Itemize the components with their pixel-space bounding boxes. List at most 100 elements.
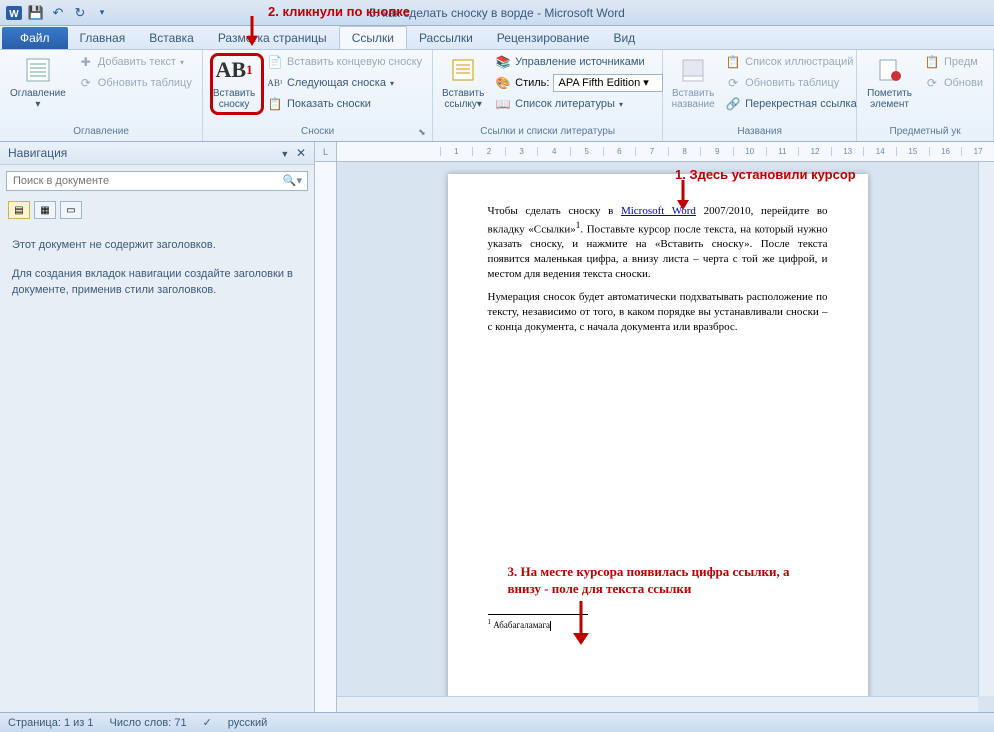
redo-icon[interactable]: ↻ bbox=[70, 3, 90, 23]
style-icon: 🎨 bbox=[495, 75, 511, 91]
insert-footnote-label: Вставитьсноску bbox=[213, 88, 255, 110]
footnotes-launcher-icon[interactable]: ⬊ bbox=[418, 127, 430, 139]
insert-footnote-button[interactable]: AB1 Вставитьсноску bbox=[209, 52, 259, 112]
show-footnotes-icon: 📋 bbox=[267, 96, 283, 112]
doc-paragraph-2[interactable]: Нумерация сносок будет автоматически под… bbox=[488, 290, 828, 335]
search-input[interactable] bbox=[6, 171, 308, 191]
text-cursor bbox=[550, 621, 551, 631]
update-tof-button[interactable]: ⟳ Обновить таблицу bbox=[721, 73, 861, 93]
endnote-icon: 📄 bbox=[267, 54, 283, 70]
crossref-button[interactable]: 🔗 Перекрестная ссылка bbox=[721, 94, 861, 114]
scrollbar-horizontal[interactable] bbox=[337, 696, 978, 712]
add-text-button[interactable]: ✚ Добавить текст ▾ bbox=[74, 52, 196, 72]
navpane-tab-pages[interactable]: ▦ bbox=[34, 201, 56, 219]
next-footnote-button[interactable]: AB¹ Следующая сноска ▾ bbox=[263, 73, 426, 93]
qat-dropdown-icon[interactable]: ▾ bbox=[92, 3, 112, 23]
file-tab[interactable]: Файл bbox=[2, 27, 68, 49]
tab-home[interactable]: Главная bbox=[68, 27, 138, 49]
tab-layout[interactable]: Разметка страницы bbox=[206, 27, 339, 49]
footnotes-group-label: Сноски bbox=[209, 126, 426, 139]
ruler-horizontal[interactable]: 1234567891011121314151617 bbox=[337, 142, 994, 162]
status-spellcheck[interactable]: ✓ bbox=[203, 716, 212, 729]
insert-caption-icon bbox=[677, 54, 709, 86]
show-footnotes-button[interactable]: 📋 Показать сноски bbox=[263, 94, 426, 114]
navigation-pane: Навигация ▼ ✕ 🔍▾ ▤ ▦ ▭ Этот документ не … bbox=[0, 142, 315, 712]
manage-sources-icon: 📚 bbox=[495, 54, 511, 70]
scrollbar-vertical[interactable] bbox=[978, 162, 994, 696]
bibliography-button[interactable]: 📖 Список литературы ▾ bbox=[491, 94, 667, 114]
window-title: 5. как сделать сноску в ворде - Microsof… bbox=[369, 6, 625, 20]
bibliography-icon: 📖 bbox=[495, 96, 511, 112]
navpane-tab-headings[interactable]: ▤ bbox=[8, 201, 30, 219]
style-select[interactable]: APA Fifth Edition ▾ bbox=[553, 74, 663, 92]
doc-paragraph-1[interactable]: Чтобы сделать сноску в Microsoft Word 20… bbox=[488, 204, 828, 282]
table-of-figures-button[interactable]: 📋 Список иллюстраций bbox=[721, 52, 861, 72]
status-wordcount[interactable]: Число слов: 71 bbox=[110, 717, 187, 729]
tab-insert[interactable]: Вставка bbox=[137, 27, 206, 49]
tof-icon: 📋 bbox=[725, 54, 741, 70]
index-item1-icon: 📋 bbox=[924, 54, 940, 70]
ribbon-group-footnotes: AB1 Вставитьсноску 📄 Вставить концевую с… bbox=[203, 50, 433, 141]
footnote-separator bbox=[488, 614, 588, 615]
citations-group-label: Ссылки и списки литературы bbox=[439, 126, 656, 139]
svg-text:W: W bbox=[9, 9, 19, 20]
insert-citation-icon bbox=[447, 54, 479, 86]
document-area: L 1234567891011121314151617 1. Здесь уст… bbox=[315, 142, 994, 712]
insert-citation-label: Вставитьссылку▾ bbox=[442, 88, 484, 110]
page-scroll[interactable]: Чтобы сделать сноску в Microsoft Word 20… bbox=[337, 162, 978, 696]
insert-endnote-button[interactable]: 📄 Вставить концевую сноску bbox=[263, 52, 426, 72]
navpane-msg2: Для создания вкладок навигации создайте … bbox=[12, 266, 302, 299]
insert-caption-label: Вставитьназвание bbox=[672, 88, 715, 110]
crossref-icon: 🔗 bbox=[725, 96, 741, 112]
captions-group-label: Названия bbox=[669, 126, 850, 139]
navpane-tabs: ▤ ▦ ▭ bbox=[0, 197, 314, 223]
mark-entry-label: Пометитьэлемент bbox=[867, 88, 912, 110]
toc-button[interactable]: Оглавление▾ bbox=[6, 52, 70, 112]
update-toc-button[interactable]: ⟳ Обновить таблицу bbox=[74, 73, 196, 93]
mark-entry-button[interactable]: Пометитьэлемент bbox=[863, 52, 916, 112]
search-icon[interactable]: 🔍▾ bbox=[283, 174, 302, 187]
footnote-line[interactable]: 1 Абабагаламага bbox=[488, 618, 828, 631]
statusbar: Страница: 1 из 1 Число слов: 71 ✓ русски… bbox=[0, 712, 994, 732]
index-item1-button[interactable]: 📋 Предм bbox=[920, 52, 987, 72]
index-item2-button[interactable]: ⟳ Обнови bbox=[920, 73, 987, 93]
ribbon-group-captions: Вставитьназвание 📋 Список иллюстраций ⟳ … bbox=[663, 50, 857, 141]
tab-references[interactable]: Ссылки bbox=[339, 26, 407, 49]
workspace: Навигация ▼ ✕ 🔍▾ ▤ ▦ ▭ Этот документ не … bbox=[0, 142, 994, 712]
tab-review[interactable]: Рецензирование bbox=[485, 27, 602, 49]
ribbon-tabstrip: Файл Главная Вставка Разметка страницы С… bbox=[0, 26, 994, 50]
navpane-msg1: Этот документ не содержит заголовков. bbox=[12, 237, 302, 254]
navpane-close-icon[interactable]: ✕ bbox=[296, 146, 306, 160]
document-page[interactable]: Чтобы сделать сноску в Microsoft Word 20… bbox=[448, 174, 868, 696]
navpane-header: Навигация ▼ ✕ bbox=[0, 142, 314, 165]
ribbon-group-toc: Оглавление▾ ✚ Добавить текст ▾ ⟳ Обновит… bbox=[0, 50, 203, 141]
next-footnote-icon: AB¹ bbox=[267, 75, 283, 91]
ribbon-group-index: Пометитьэлемент 📋 Предм ⟳ Обнови Предмет… bbox=[857, 50, 994, 141]
add-text-icon: ✚ bbox=[78, 54, 94, 70]
mark-entry-icon bbox=[874, 54, 906, 86]
status-language[interactable]: русский bbox=[228, 717, 267, 729]
insert-footnote-icon: AB1 bbox=[218, 54, 250, 86]
insert-citation-button[interactable]: Вставитьссылку▾ bbox=[439, 52, 487, 112]
ribbon-group-citations: Вставитьссылку▾ 📚 Управление источниками… bbox=[433, 50, 663, 141]
ruler-corner[interactable]: L bbox=[315, 142, 337, 162]
insert-caption-button[interactable]: Вставитьназвание bbox=[669, 52, 717, 112]
toc-icon bbox=[22, 54, 54, 86]
spellcheck-icon: ✓ bbox=[203, 716, 212, 729]
manage-sources-button[interactable]: 📚 Управление источниками bbox=[491, 52, 667, 72]
toc-group-label: Оглавление bbox=[6, 126, 196, 139]
undo-icon[interactable]: ↶ bbox=[48, 3, 68, 23]
quick-access-toolbar: W 💾 ↶ ↻ ▾ bbox=[0, 3, 112, 23]
tab-mailings[interactable]: Рассылки bbox=[407, 27, 485, 49]
annotation-3: 3. На месте курсора появилась цифра ссыл… bbox=[508, 564, 808, 598]
save-icon[interactable]: 💾 bbox=[26, 3, 46, 23]
update-toc-icon: ⟳ bbox=[78, 75, 94, 91]
navpane-title: Навигация bbox=[8, 146, 67, 160]
ribbon: Оглавление▾ ✚ Добавить текст ▾ ⟳ Обновит… bbox=[0, 50, 994, 142]
navpane-dropdown-icon[interactable]: ▼ bbox=[280, 149, 289, 159]
status-page[interactable]: Страница: 1 из 1 bbox=[8, 717, 94, 729]
navpane-tab-results[interactable]: ▭ bbox=[60, 201, 82, 219]
navpane-body: Этот документ не содержит заголовков. Дл… bbox=[0, 223, 314, 712]
ruler-vertical[interactable] bbox=[315, 162, 337, 712]
tab-view[interactable]: Вид bbox=[601, 27, 647, 49]
